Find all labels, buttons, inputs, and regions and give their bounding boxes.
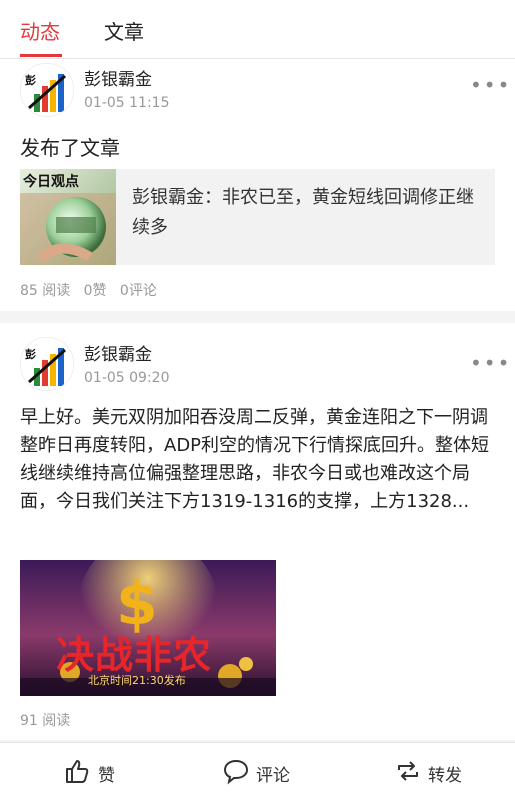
more-options-icon[interactable]: ••• [470, 351, 511, 375]
article-title[interactable]: 彭银霸金：非农已至，黄金短线回调修正继续多 [132, 183, 484, 243]
share-label: 转发 [428, 766, 462, 786]
post-time: 01-05 09:20 [84, 370, 170, 386]
thumbs-up-icon [66, 760, 89, 783]
like-count: 0赞 [83, 283, 107, 299]
tab-dynamics[interactable]: 动态 [20, 16, 60, 45]
feed-card: 彭 彭银霸金 01-05 11:15 ••• 发布了文章 今日观点 彭银霸金：非… [0, 59, 515, 311]
post-stats: 91 阅读 [20, 710, 70, 730]
comment-button[interactable]: 评论 [222, 757, 302, 787]
more-options-icon[interactable]: ••• [470, 73, 511, 97]
article-thumbnail: 今日观点 [20, 169, 116, 265]
post-body-text[interactable]: 早上好。美元双阴加阳吞没周二反弹，黄金连阳之下一阴调整昨日再度转阳，ADP利空的… [20, 404, 498, 516]
author-name[interactable]: 彭银霸金 [84, 65, 152, 90]
article-link-card[interactable]: 今日观点 彭银霸金：非农已至，黄金短线回调修正继续多 [20, 169, 495, 265]
post-image[interactable]: $ 决战非农 北京时间21:30发布 [20, 560, 276, 696]
image-banner-subtitle: 北京时间21:30发布 [88, 674, 186, 687]
post-stats: 85 阅读 0赞 0评论 [20, 280, 157, 300]
read-count: 91 阅读 [20, 713, 71, 729]
repost-icon [398, 761, 418, 781]
svg-text:彭: 彭 [25, 347, 36, 361]
comment-label: 评论 [256, 766, 290, 786]
like-label: 赞 [98, 766, 115, 786]
share-button[interactable]: 转发 [394, 757, 474, 787]
read-count: 85 阅读 [20, 283, 71, 299]
svg-text:彭: 彭 [25, 73, 36, 87]
thumbnail-title: 今日观点 [23, 174, 79, 190]
tab-articles[interactable]: 文章 [104, 16, 144, 45]
like-button[interactable]: 赞 [64, 757, 134, 787]
avatar[interactable]: 彭 [20, 337, 74, 391]
comment-bubble-icon [223, 759, 249, 785]
tab-bar: 动态 文章 [0, 0, 515, 59]
avatar[interactable]: 彭 [20, 63, 74, 117]
comment-count: 0评论 [119, 283, 157, 299]
post-action-text: 发布了文章 [20, 136, 120, 160]
active-tab-indicator [20, 54, 62, 57]
bottom-action-bar: 赞 评论 转发 [0, 742, 515, 801]
author-name[interactable]: 彭银霸金 [84, 340, 152, 365]
image-banner-title: 决战非农 [56, 633, 213, 677]
post-time: 01-05 11:15 [84, 95, 170, 111]
